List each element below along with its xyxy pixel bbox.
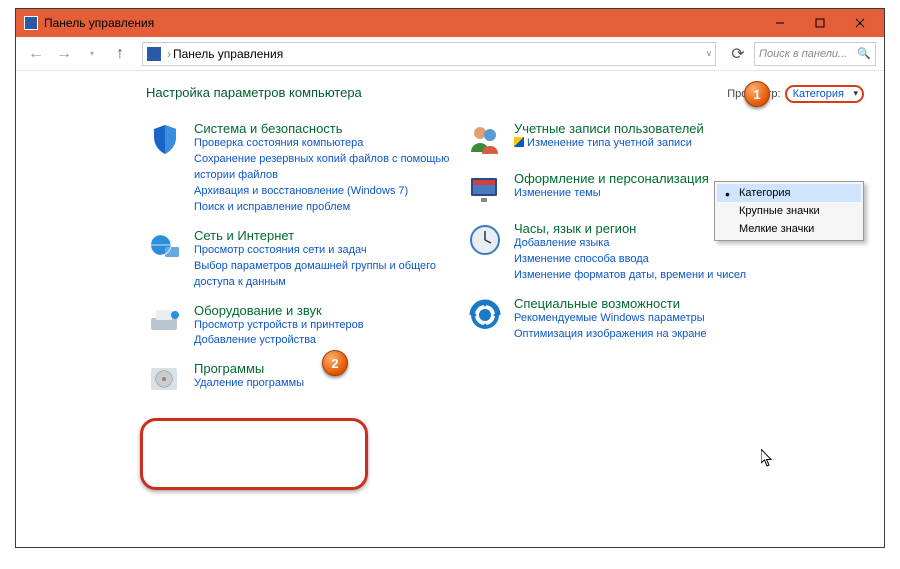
up-button[interactable]: ↑ bbox=[108, 42, 132, 66]
annotation-marker-1: 1 bbox=[744, 81, 770, 107]
accessibility-icon bbox=[466, 296, 504, 334]
category-title[interactable]: Сеть и Интернет bbox=[194, 228, 294, 243]
programs-icon bbox=[146, 361, 184, 399]
forward-button[interactable]: → bbox=[52, 42, 76, 66]
dropdown-item-large[interactable]: Крупные значки bbox=[717, 202, 861, 220]
category-link[interactable]: Рекомендуемые Windows параметры bbox=[514, 311, 786, 327]
cursor-icon bbox=[761, 449, 775, 472]
search-input[interactable]: Поиск в панели... 🔍 bbox=[754, 42, 876, 66]
clock-icon bbox=[466, 221, 504, 259]
category-link[interactable]: Оптимизация изображения на экране bbox=[514, 327, 786, 343]
chevron-down-icon[interactable]: v bbox=[707, 49, 711, 58]
annotation-marker-2: 2 bbox=[322, 350, 348, 376]
page-title: Настройка параметров компьютера bbox=[146, 85, 727, 100]
left-column: Система и безопасность Проверка состояни… bbox=[146, 121, 466, 411]
search-icon: 🔍 bbox=[857, 47, 871, 60]
category-link[interactable]: Выбор параметров домашней группы и общег… bbox=[194, 259, 466, 291]
category-system: Система и безопасность Проверка состояни… bbox=[146, 121, 466, 216]
right-column: Учетные записи пользователей Изменение т… bbox=[466, 121, 786, 411]
dropdown-item-small[interactable]: Мелкие значки bbox=[717, 220, 861, 238]
users-icon bbox=[466, 121, 504, 159]
view-dropdown: Категория Крупные значки Мелкие значки bbox=[714, 181, 864, 241]
category-accounts: Учетные записи пользователей Изменение т… bbox=[466, 121, 786, 159]
shield-icon bbox=[146, 121, 184, 159]
category-link[interactable]: Архивация и восстановление (Windows 7) bbox=[194, 184, 466, 200]
category-title[interactable]: Оформление и персонализация bbox=[514, 171, 709, 186]
category-link[interactable]: Просмотр устройств и принтеров bbox=[194, 318, 466, 334]
titlebar: Панель управления bbox=[16, 9, 884, 37]
category-accessibility: Специальные возможности Рекомендуемые Wi… bbox=[466, 296, 786, 343]
category-link[interactable]: Изменение способа ввода bbox=[514, 252, 786, 268]
category-title[interactable]: Специальные возможности bbox=[514, 296, 680, 311]
window-title: Панель управления bbox=[44, 16, 760, 30]
category-title[interactable]: Часы, язык и регион bbox=[514, 221, 636, 236]
minimize-button[interactable] bbox=[760, 9, 800, 37]
search-placeholder: Поиск в панели... bbox=[759, 48, 847, 60]
breadcrumb[interactable]: Панель управления bbox=[173, 47, 283, 61]
globe-icon bbox=[146, 228, 184, 266]
address-bar[interactable]: › Панель управления v bbox=[142, 42, 716, 66]
category-link[interactable]: Удаление программы bbox=[194, 376, 466, 392]
category-programs: Программы Удаление программы bbox=[146, 361, 466, 399]
control-panel-icon bbox=[24, 16, 38, 30]
category-link[interactable]: Добавление устройства bbox=[194, 333, 466, 349]
content-area: Настройка параметров компьютера Просмотр… bbox=[16, 71, 884, 547]
category-link[interactable]: Сохранение резервных копий файлов с помо… bbox=[194, 152, 466, 184]
category-hardware: Оборудование и звук Просмотр устройств и… bbox=[146, 303, 466, 350]
category-network: Сеть и Интернет Просмотр состояния сети … bbox=[146, 228, 466, 291]
printer-icon bbox=[146, 303, 184, 341]
close-button[interactable] bbox=[840, 9, 880, 37]
monitor-icon bbox=[466, 171, 504, 209]
view-button[interactable]: Категория bbox=[785, 85, 864, 103]
history-dropdown[interactable]: ▾ bbox=[80, 42, 104, 66]
category-link[interactable]: Проверка состояния компьютера bbox=[194, 136, 466, 152]
refresh-button[interactable]: ⟳ bbox=[726, 42, 750, 66]
navbar: ← → ▾ ↑ › Панель управления v ⟳ Поиск в … bbox=[16, 37, 884, 71]
category-title[interactable]: Оборудование и звук bbox=[194, 303, 322, 318]
annotation-highlight bbox=[140, 418, 368, 490]
category-title[interactable]: Учетные записи пользователей bbox=[514, 121, 704, 136]
back-button[interactable]: ← bbox=[24, 42, 48, 66]
dropdown-item-category[interactable]: Категория bbox=[717, 184, 861, 202]
addressbar-icon bbox=[147, 47, 161, 61]
window: Панель управления ← → ▾ ↑ › Панель управ… bbox=[15, 8, 885, 548]
chevron-right-icon: › bbox=[167, 47, 171, 61]
category-link[interactable]: Поиск и исправление проблем bbox=[194, 200, 466, 216]
maximize-button[interactable] bbox=[800, 9, 840, 37]
category-link[interactable]: Изменение типа учетной записи bbox=[514, 136, 786, 152]
category-title[interactable]: Программы bbox=[194, 361, 264, 376]
category-title[interactable]: Система и безопасность bbox=[194, 121, 343, 136]
category-link[interactable]: Просмотр состояния сети и задач bbox=[194, 243, 466, 259]
category-link[interactable]: Изменение форматов даты, времени и чисел bbox=[514, 268, 786, 284]
